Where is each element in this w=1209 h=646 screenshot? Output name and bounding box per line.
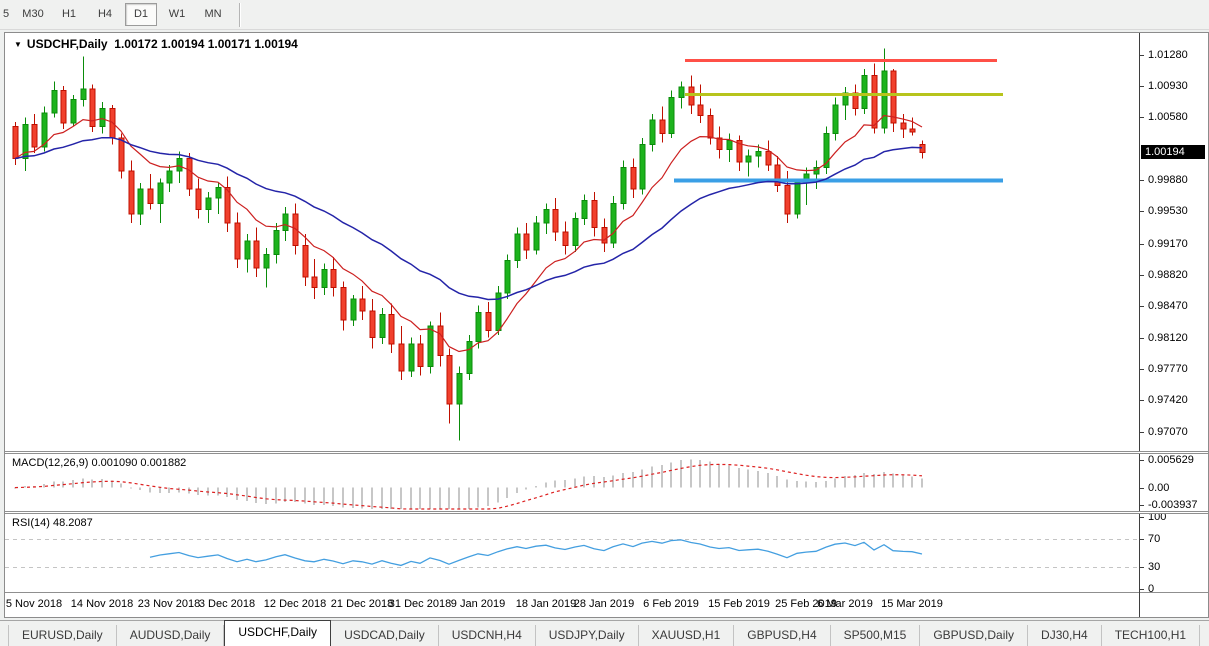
price-axis-label: 0.97070 <box>1148 426 1188 438</box>
timeframe-button-m30[interactable]: M30 <box>17 3 49 26</box>
tab-sp500-m15[interactable]: SP500,M15 <box>831 625 921 646</box>
rsi-axis-label-tick <box>1140 539 1144 540</box>
ma-slow-line[interactable] <box>15 138 922 300</box>
date-axis-label: 23 Nov 2018 <box>138 598 200 610</box>
date-axis-label: 3 Dec 2018 <box>199 598 255 610</box>
rsi-value: 48.2087 <box>53 517 93 529</box>
current-price-tag: 1.00194 <box>1141 145 1205 159</box>
tab-usdjpy-daily[interactable]: USDJPY,Daily <box>536 625 639 646</box>
macd-axis-label-tick <box>1140 488 1144 489</box>
rsi-chart-canvas[interactable] <box>5 514 1139 592</box>
chart-title: ▼ USDCHF,Daily 1.00172 1.00194 1.00171 1.… <box>14 37 298 51</box>
macd-name: MACD(12,26,9) <box>12 457 88 469</box>
tab-usdchf-daily[interactable]: USDCHF,Daily <box>224 620 331 646</box>
date-axis-label: 21 Dec 2018 <box>331 598 393 610</box>
candles-group <box>13 48 925 440</box>
price-axis-label-tick <box>1140 275 1144 276</box>
tab-usdcad-daily[interactable]: USDCAD,Daily <box>331 625 439 646</box>
tab-audusd-daily[interactable]: AUDUSD,Daily <box>117 625 225 646</box>
tab-eurusd-daily[interactable]: EURUSD,Daily <box>8 625 117 646</box>
tab-gbpusd-daily[interactable]: GBPUSD,Daily <box>920 625 1028 646</box>
rsi-axis-label-tick <box>1140 567 1144 568</box>
price-axis-label: 0.99170 <box>1148 238 1188 250</box>
chart-window: ▼ USDCHF,Daily 1.00172 1.00194 1.00171 1.… <box>4 32 1209 618</box>
price-axis-label-tick <box>1140 211 1144 212</box>
price-axis[interactable]: 1.01280 1.00930 1.00580 0.99880 0.99530 0.991… <box>1139 33 1208 617</box>
rsi-axis-label: 70 <box>1148 533 1160 545</box>
macd-axis-label: 0.00 <box>1148 482 1169 494</box>
symbol-dropdown-icon[interactable]: ▼ <box>14 40 22 49</box>
rsi-axis-label: 30 <box>1148 561 1160 573</box>
price-axis-label-tick <box>1140 400 1144 401</box>
timeframe-button-5[interactable]: 5 <box>0 3 13 26</box>
price-axis-label: 0.97420 <box>1148 394 1188 406</box>
price-axis-label-tick <box>1140 117 1144 118</box>
date-axis[interactable]: 5 Nov 2018 14 Nov 2018 23 Nov 20183 Dec 20… <box>5 592 1208 617</box>
price-axis-label: 1.00580 <box>1148 111 1188 123</box>
date-axis-label: 6 Feb 2019 <box>643 598 699 610</box>
timeframe-toolbar: 5M30H1H4D1W1MN <box>0 0 1209 30</box>
price-axis-label: 0.98470 <box>1148 300 1188 312</box>
rsi-axis-label-tick <box>1140 589 1144 590</box>
macd-axis-label-tick <box>1140 505 1144 506</box>
price-axis-label: 0.97770 <box>1148 363 1188 375</box>
tab-tech100-h1[interactable]: TECH100,H1 <box>1102 625 1200 646</box>
price-axis-label-tick <box>1140 338 1144 339</box>
date-axis-label: 12 Dec 2018 <box>264 598 326 610</box>
price-axis-label: 1.00930 <box>1148 80 1188 92</box>
chart-ohlc-values: 1.00172 1.00194 1.00171 1.00194 <box>114 37 298 51</box>
date-axis-label: 5 Nov 2018 <box>6 598 62 610</box>
date-axis-label: 9 Jan 2019 <box>451 598 505 610</box>
price-axis-label: 1.01280 <box>1148 49 1188 61</box>
date-axis-label: 15 Mar 2019 <box>881 598 943 610</box>
price-axis-label: 0.98120 <box>1148 332 1188 344</box>
rsi-axis-label: 0 <box>1148 583 1154 595</box>
tab-xauusd-h1[interactable]: XAUUSD,H1 <box>639 625 735 646</box>
price-axis-label: 0.98820 <box>1148 269 1188 281</box>
date-axis-label: 6 Mar 2019 <box>817 598 873 610</box>
chart-symbol-label: USDCHF,Daily <box>27 37 108 51</box>
date-axis-label: 15 Feb 2019 <box>708 598 770 610</box>
rsi-line <box>150 540 922 566</box>
price-axis-label-tick <box>1140 432 1144 433</box>
timeframe-button-d1[interactable]: D1 <box>125 3 157 26</box>
macd-axis-label: -0.003937 <box>1148 499 1198 511</box>
rsi-axis-label-tick <box>1140 517 1144 518</box>
timeframe-button-h4[interactable]: H4 <box>89 3 121 26</box>
tab-gbpusd-h4[interactable]: GBPUSD,H4 <box>734 625 830 646</box>
date-axis-label: 31 Dec 2018 <box>389 598 451 610</box>
rsi-indicator-label: RSI(14) 48.2087 <box>12 517 93 529</box>
timeframe-button-w1[interactable]: W1 <box>161 3 193 26</box>
tab-ukc[interactable]: UKC <box>1200 625 1209 646</box>
timeframe-button-h1[interactable]: H1 <box>53 3 85 26</box>
macd-axis-label: 0.005629 <box>1148 454 1194 466</box>
panel-divider[interactable] <box>5 511 1208 514</box>
price-axis-label: 0.99880 <box>1148 174 1188 186</box>
date-axis-label: 14 Nov 2018 <box>71 598 133 610</box>
price-axis-label-tick <box>1140 244 1144 245</box>
tab-dj30-h4[interactable]: DJ30,H4 <box>1028 625 1102 646</box>
date-axis-label: 18 Jan 2019 <box>516 598 577 610</box>
price-axis-label-tick <box>1140 306 1144 307</box>
price-axis-label-tick <box>1140 180 1144 181</box>
macd-indicator-label: MACD(12,26,9) 0.001090 0.001882 <box>12 457 186 469</box>
price-axis-label-tick <box>1140 369 1144 370</box>
rsi-name: RSI(14) <box>12 517 50 529</box>
price-axis-label-tick <box>1140 55 1144 56</box>
date-axis-label: 28 Jan 2019 <box>574 598 635 610</box>
macd-values: 0.001090 0.001882 <box>91 457 186 469</box>
price-axis-label-tick <box>1140 86 1144 87</box>
panel-divider[interactable] <box>5 451 1208 454</box>
price-axis-label: 0.99530 <box>1148 205 1188 217</box>
toolbar-separator <box>239 3 241 27</box>
timeframe-button-mn[interactable]: MN <box>197 3 229 26</box>
price-chart-canvas[interactable] <box>5 33 1139 451</box>
macd-axis-label-tick <box>1140 460 1144 461</box>
symbol-tabbar: EURUSD,DailyAUDUSD,DailyUSDCHF,DailyUSDC… <box>0 620 1209 646</box>
tab-usdcnh-h4[interactable]: USDCNH,H4 <box>439 625 536 646</box>
